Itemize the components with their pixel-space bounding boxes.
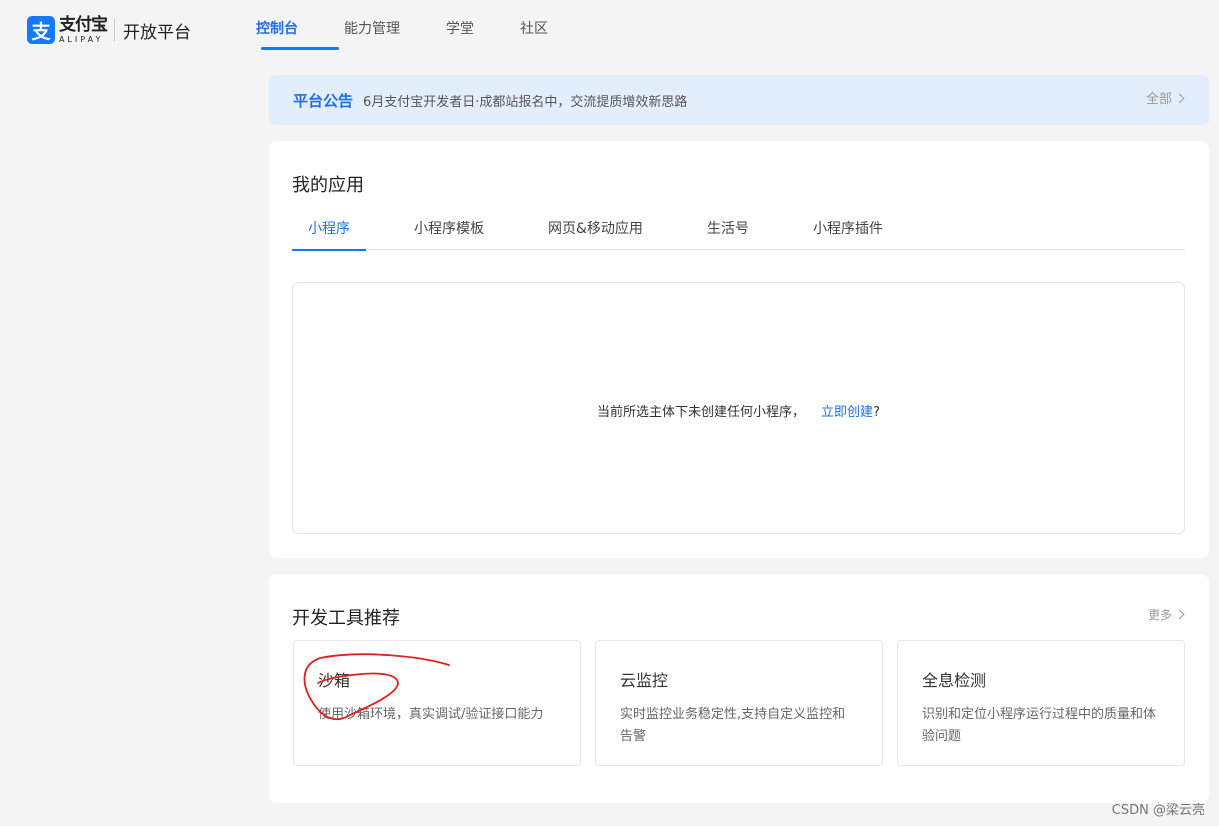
tool-card-sandbox[interactable]: 沙箱 使用沙箱环境，真实调试/验证接口能力 (293, 640, 581, 766)
more-link[interactable]: 更多 (1147, 606, 1185, 623)
logo-chinese-name: 支付宝 (59, 14, 108, 35)
nav-console[interactable]: 控制台 (256, 0, 344, 60)
alipay-logo[interactable]: 支 支付宝 ALIPAY 开放平台 (27, 16, 191, 44)
logo-divider (114, 19, 115, 41)
dev-tools-title: 开发工具推荐 (292, 608, 400, 629)
chevron-right-icon (1174, 93, 1185, 104)
notice-all-link[interactable]: 全部 (1145, 75, 1185, 125)
tool-description: 实时监控业务稳定性,支持自定义监控和告警 (620, 707, 846, 744)
tab-mini-program-plugin[interactable]: 小程序插件 (813, 213, 883, 250)
notice-tag: 平台公告 (293, 91, 354, 110)
empty-state-message: 当前所选主体下未创建任何小程序， 立即创建? (293, 401, 1184, 420)
logo-english-name: ALIPAY (59, 34, 104, 44)
empty-state: 当前所选主体下未创建任何小程序， 立即创建? (292, 282, 1185, 534)
tool-card-cloud-monitor[interactable]: 云监控 实时监控业务稳定性,支持自定义监控和告警 (595, 640, 883, 766)
tool-name: 沙箱 (318, 671, 351, 690)
app-type-tabs: 小程序 小程序模板 网页&移动应用 生活号 小程序插件 (292, 213, 1185, 251)
csdn-watermark: CSDN @梁云亮 (1111, 803, 1205, 818)
logo-wordmark: 支付宝 ALIPAY (59, 14, 108, 44)
tab-web-mobile-app[interactable]: 网页&移动应用 (548, 213, 643, 250)
platform-notice-bar[interactable]: 平台公告 6月支付宝开发者日·成都站报名中，交流提质增效新思路 全部 (269, 75, 1209, 125)
tool-description: 识别和定位小程序运行过程中的质量和体验问题 (922, 707, 1157, 744)
dev-tools-card: 开发工具推荐 更多 沙箱 使用沙箱环境，真实调试/验证接口能力 云监控 实时监控… (269, 574, 1209, 803)
tab-life-account[interactable]: 生活号 (707, 213, 749, 250)
tool-name: 云监控 (620, 671, 669, 690)
create-suffix: ? (873, 405, 880, 420)
my-apps-card: 我的应用 小程序 小程序模板 网页&移动应用 生活号 小程序插件 当前所选主体下… (269, 141, 1209, 558)
my-apps-title: 我的应用 (292, 175, 364, 196)
tool-description: 使用沙箱环境，真实调试/验证接口能力 (318, 707, 544, 722)
top-header: 支 支付宝 ALIPAY 开放平台 控制台 能力管理 学堂 社区 (0, 0, 1219, 60)
alipay-logo-icon: 支 (27, 16, 55, 44)
more-label: 更多 (1147, 608, 1172, 622)
tool-card-holographic-detection[interactable]: 全息检测 识别和定位小程序运行过程中的质量和体验问题 (897, 640, 1185, 766)
main-nav: 控制台 能力管理 学堂 社区 (256, 0, 580, 60)
nav-capability-management[interactable]: 能力管理 (344, 0, 446, 60)
tab-mini-program-template[interactable]: 小程序模板 (414, 213, 484, 250)
nav-academy[interactable]: 学堂 (446, 0, 520, 60)
tab-mini-program[interactable]: 小程序 (292, 213, 366, 251)
platform-name: 开放平台 (123, 22, 191, 43)
notice-all-label: 全部 (1145, 92, 1172, 107)
chevron-right-icon (1174, 609, 1185, 620)
tool-name: 全息检测 (922, 671, 987, 690)
create-now-link[interactable]: 立即创建 (821, 405, 873, 420)
notice-text[interactable]: 6月支付宝开发者日·成都站报名中，交流提质增效新思路 (363, 91, 687, 110)
nav-community[interactable]: 社区 (520, 0, 580, 60)
empty-state-text: 当前所选主体下未创建任何小程序， (597, 405, 806, 420)
